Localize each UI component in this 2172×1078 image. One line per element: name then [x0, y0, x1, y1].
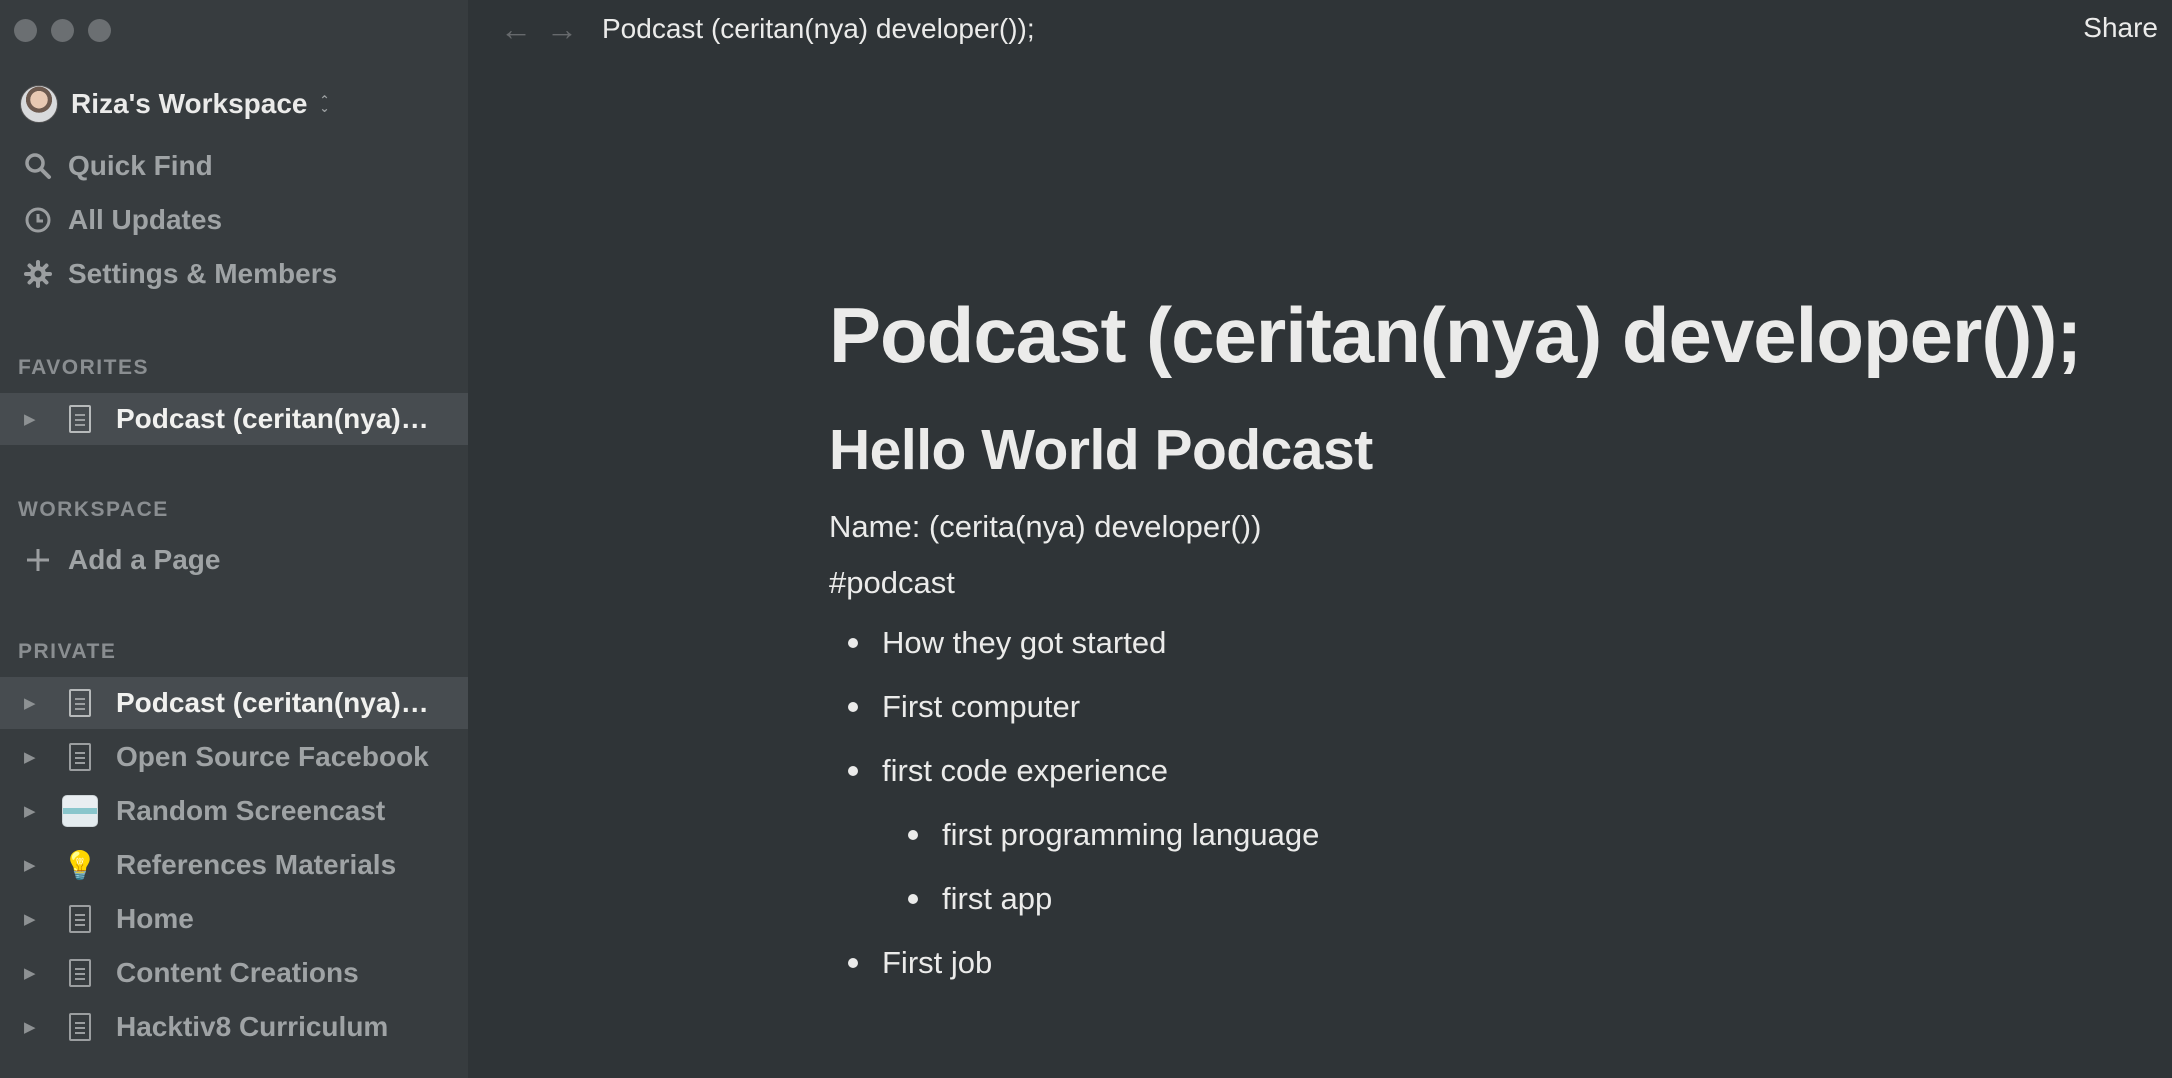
add-page-button[interactable]: Add a Page — [22, 538, 220, 582]
forward-arrow-icon[interactable]: → — [546, 11, 578, 48]
topbar: ← → Podcast (ceritan(nya) developer()); — [468, 0, 2172, 58]
private-section-label: PRIVATE — [18, 640, 117, 663]
expand-triangle-icon[interactable]: ▶ — [24, 964, 52, 982]
workspace-switcher[interactable]: Riza's Workspace ⌃ ⌄ — [20, 84, 330, 124]
add-page-label: Add a Page — [68, 544, 221, 575]
list-item-text: first code experience — [882, 753, 1169, 788]
nav-label: All Updates — [68, 204, 223, 235]
chevron-updown-icon: ⌃ ⌄ — [319, 93, 330, 115]
page-icon — [62, 955, 98, 991]
sidebar-item-random-screencast[interactable]: ▶ Random Screencast — [0, 785, 468, 837]
page-icon — [62, 739, 98, 775]
sidebar-item-hacktiv8-curriculum[interactable]: ▶ Hacktiv8 Curriculum — [0, 1001, 468, 1053]
bullet-dot — [908, 830, 918, 840]
bullet-list: How they got started First computer firs… — [829, 611, 2129, 995]
minimize-window-button[interactable] — [51, 19, 74, 42]
gear-icon — [22, 258, 54, 290]
page-item-label: References Materials — [116, 849, 397, 880]
nav-label: Quick Find — [68, 150, 213, 181]
close-window-button[interactable] — [14, 19, 37, 42]
bullet-dot — [908, 894, 918, 904]
workspace-section-label: WORKSPACE — [18, 498, 169, 521]
list-item-nested[interactable]: first programming language — [829, 803, 2129, 867]
favorite-item-podcast[interactable]: ▶ Podcast (ceritan(nya) developer()); — [0, 393, 468, 445]
all-updates-button[interactable]: All Updates — [22, 198, 222, 242]
list-item[interactable]: How they got started — [829, 611, 2129, 675]
page-icon — [62, 685, 98, 721]
expand-triangle-icon[interactable]: ▶ — [24, 694, 52, 712]
page-content: Podcast (ceritan(nya) developer()); Hell… — [829, 290, 2129, 995]
settings-members-button[interactable]: Settings & Members — [22, 252, 337, 296]
search-icon — [22, 150, 54, 182]
share-button[interactable]: Share — [2083, 12, 2158, 44]
list-item-text: first programming language — [942, 817, 1320, 852]
sidebar-item-home[interactable]: ▶ Home — [0, 893, 468, 945]
page-item-label: Open Source Facebook — [116, 741, 429, 772]
page-item-label: Hacktiv8 Curriculum — [116, 1011, 389, 1042]
page-item-label: Home — [116, 903, 194, 934]
name-line[interactable]: Name: (cerita(nya) developer()) — [829, 509, 2129, 545]
back-arrow-icon[interactable]: ← — [500, 11, 532, 48]
bullet-dot — [848, 958, 858, 968]
page-icon — [62, 901, 98, 937]
sidebar-item-open-source-facebook[interactable]: ▶ Open Source Facebook — [0, 731, 468, 783]
breadcrumb[interactable]: Podcast (ceritan(nya) developer()); — [602, 13, 1035, 45]
page-icon — [62, 1009, 98, 1045]
lightbulb-icon: 💡 — [62, 849, 98, 881]
page-heading[interactable]: Hello World Podcast — [829, 417, 2129, 483]
list-item[interactable]: First job — [829, 931, 2129, 995]
page-item-label: Content Creations — [116, 957, 359, 988]
avatar — [20, 85, 58, 123]
list-item-text: How they got started — [882, 625, 1167, 660]
list-item[interactable]: first code experience — [829, 739, 2129, 803]
expand-triangle-icon[interactable]: ▶ — [24, 748, 52, 766]
expand-triangle-icon[interactable]: ▶ — [24, 910, 52, 928]
expand-triangle-icon[interactable]: ▶ — [24, 410, 52, 428]
workspace-name: Riza's Workspace — [71, 88, 308, 119]
page-title[interactable]: Podcast (ceritan(nya) developer()); — [829, 290, 2129, 381]
list-item-text: First job — [882, 945, 993, 980]
bullet-dot — [848, 702, 858, 712]
sidebar-item-content-creations[interactable]: ▶ Content Creations — [0, 947, 468, 999]
clock-icon — [22, 204, 54, 236]
quick-find-button[interactable]: Quick Find — [22, 144, 213, 188]
sidebar-item-references-materials[interactable]: ▶ 💡 References Materials — [0, 839, 468, 891]
list-item-nested[interactable]: first app — [829, 867, 2129, 931]
sidebar: Riza's Workspace ⌃ ⌄ Quick Find All Updat… — [0, 0, 468, 1078]
page-icon — [62, 401, 98, 437]
list-item-text: First computer — [882, 689, 1081, 724]
expand-triangle-icon[interactable]: ▶ — [24, 802, 52, 820]
tag-line[interactable]: #podcast — [829, 565, 2129, 601]
window-controls — [14, 19, 111, 42]
list-item[interactable]: First computer — [829, 675, 2129, 739]
expand-triangle-icon[interactable]: ▶ — [24, 856, 52, 874]
bullet-dot — [848, 766, 858, 776]
page-item-label: Podcast (ceritan(nya) developer()); — [116, 687, 436, 718]
sidebar-item-podcast[interactable]: ▶ Podcast (ceritan(nya) developer()); — [0, 677, 468, 729]
bullet-dot — [848, 638, 858, 648]
maximize-window-button[interactable] — [88, 19, 111, 42]
plus-icon — [22, 544, 54, 576]
screencast-icon — [62, 793, 98, 829]
list-item-text: first app — [942, 881, 1053, 916]
nav-label: Settings & Members — [68, 258, 338, 289]
favorites-section-label: FAVORITES — [18, 356, 149, 379]
page-item-label: Random Screencast — [116, 795, 386, 826]
expand-triangle-icon[interactable]: ▶ — [24, 1018, 52, 1036]
page-item-label: Podcast (ceritan(nya) developer()); — [116, 403, 436, 434]
